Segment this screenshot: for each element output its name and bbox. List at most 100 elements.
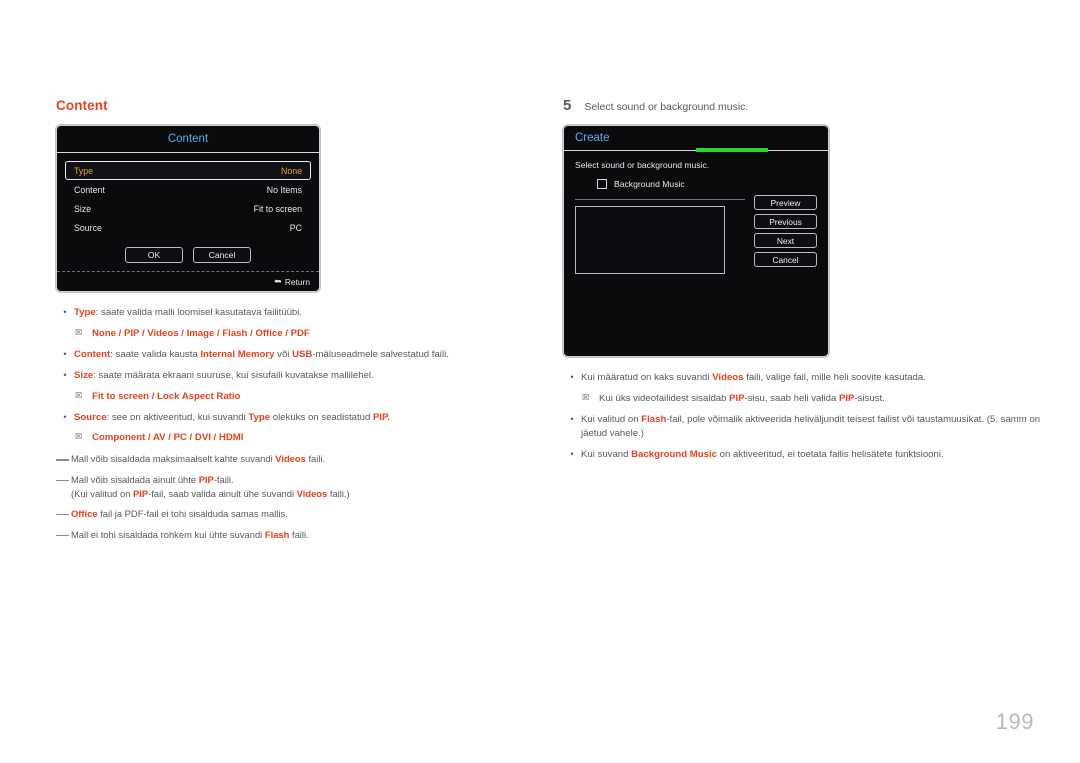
note-item-text: Mall ei tohi sisaldada rohkem kui ühte s… — [71, 528, 526, 542]
text-segment: faili, valige fail, mille heli soovite k… — [743, 372, 926, 383]
content-row-label: Type — [74, 165, 94, 176]
bullet-list-item-text: Type: saate valida malli loomisel kasuta… — [74, 306, 526, 320]
text-segment: Content — [74, 348, 111, 360]
text-segment: PIP — [123, 327, 140, 339]
create-dialog-buttons: Preview Previous Next Cancel — [754, 195, 817, 267]
create-dialog-title: Create — [575, 132, 610, 144]
text-segment: fail ja PDF-fail ei tohi sisalduda samas… — [97, 508, 288, 520]
content-dialog-body: Type None Content No Items Size Fit to screen… — [57, 153, 319, 263]
note-item: Mall võib sisaldada ainult ühte PIP-fail… — [56, 473, 526, 500]
text-segment: / — [165, 432, 174, 444]
create-instruction-text: Select sound or background music. — [575, 160, 710, 170]
text-segment: HDMI — [218, 432, 244, 444]
text-segment: DVI — [194, 432, 211, 444]
sub-bullet-marker-icon: ☒ — [75, 432, 83, 442]
text-segment: / — [115, 327, 124, 339]
text-segment: Size — [74, 369, 94, 381]
text-segment: Flash — [222, 327, 248, 339]
text-segment: / — [145, 432, 153, 444]
text-segment: PIP — [729, 392, 745, 404]
content-dialog: Content Type None Content No Items Size Fit t… — [56, 125, 320, 292]
text-segment: Source — [74, 411, 107, 423]
create-dialog: Create Select sound or background music.… — [563, 125, 829, 357]
sub-list-item: ☒ None / PIP / Videos / Image / Flash / O… — [56, 327, 526, 341]
text-segment: -faili. — [213, 473, 234, 485]
step-line: 5 Select sound or background music. — [563, 98, 1043, 113]
text-segment: Component — [92, 432, 146, 444]
content-row-type[interactable]: Type None — [65, 161, 311, 180]
content-row-value: No Items — [266, 184, 302, 195]
note-item-text: Office fail ja PDF-fail ei tohi sisaldud… — [71, 507, 526, 521]
text-segment: Office — [255, 327, 283, 339]
text-segment: / — [282, 327, 291, 339]
sub-list-item-text: Fit to screen / Lock Aspect Ratio — [92, 390, 526, 404]
text-segment: PIP — [373, 411, 388, 423]
text-segment: või — [274, 348, 293, 360]
text-segment: Videos — [275, 453, 306, 465]
content-row-value: None — [280, 165, 302, 176]
sub-list-item: ☒ Kui üks videofailidest sisaldab PIP-sis… — [563, 392, 1043, 406]
text-segment: / — [186, 432, 195, 444]
return-arrow-icon: ➦ — [274, 276, 282, 286]
text-segment: Kui suvand — [581, 448, 632, 460]
content-row-content[interactable]: Content No Items — [65, 180, 311, 199]
left-bullet-list: • Type: saate valida malli loomisel kasut… — [56, 306, 526, 445]
left-note-list: Mall võib sisaldada maksimaalselt kahte … — [56, 452, 526, 541]
preview-button[interactable]: Preview — [754, 195, 817, 210]
text-segment: Internal Memory — [200, 348, 275, 360]
text-segment: Kui valitud on — [581, 413, 642, 425]
return-hint[interactable]: ➦ Return — [274, 276, 310, 287]
bullet-marker-icon: • — [63, 411, 67, 422]
previous-button[interactable]: Previous — [754, 214, 817, 229]
text-segment: Type — [74, 307, 96, 318]
text-segment: -mäluseadmele salvestatud faili. — [312, 348, 449, 360]
text-segment: / — [178, 327, 187, 339]
page-title: Content — [56, 98, 108, 113]
note-dash-icon — [56, 514, 69, 516]
cancel-button[interactable]: Cancel — [193, 247, 251, 263]
text-segment: PDF — [290, 327, 310, 339]
bullet-marker-icon: • — [570, 372, 574, 382]
ok-button[interactable]: OK — [125, 247, 183, 263]
text-segment: faili. — [305, 453, 326, 465]
text-segment: -fail, saab valida ainult ühe suvandi — [148, 487, 297, 499]
bullet-marker-icon: • — [570, 448, 574, 459]
content-row-label: Size — [74, 203, 92, 214]
background-music-checkbox-row[interactable]: Background Music — [597, 179, 817, 189]
content-row-size[interactable]: Size Fit to screen — [65, 199, 311, 218]
content-row-source[interactable]: Source PC — [65, 218, 311, 237]
content-row-label: Content — [74, 184, 105, 195]
text-segment: -sisu, saab heli valida — [744, 392, 839, 404]
bullet-list-item-text: Kui suvand Background Music on aktiveeri… — [581, 448, 1043, 462]
right-column: 5 Select sound or background music. Crea… — [563, 98, 1043, 469]
sub-bullet-marker-icon: ☒ — [582, 392, 590, 402]
text-segment: : saate valida kausta — [110, 348, 201, 360]
note-item: Office fail ja PDF-fail ei tohi sisaldud… — [56, 507, 526, 521]
text-segment: Mall võib sisaldada ainult ühte — [71, 473, 199, 485]
content-row-value: PC — [289, 222, 302, 233]
note-dash-icon — [56, 479, 69, 482]
text-segment: Flash — [641, 413, 667, 425]
file-list-preview-box[interactable] — [575, 206, 725, 274]
step-text: Select sound or background music. — [584, 101, 749, 113]
step-number: 5 — [563, 97, 572, 114]
content-dialog-titlebar: Content — [57, 126, 319, 153]
text-segment: PC — [173, 432, 187, 444]
text-segment: : saate määrata ekraani suuruse, kui sis… — [93, 369, 374, 381]
next-button[interactable]: Next — [754, 233, 817, 248]
page-number: 199 — [995, 709, 1034, 734]
content-dialog-buttons: OK Cancel — [65, 247, 311, 263]
text-segment: : saate valida malli loomisel kasutatava… — [95, 307, 303, 318]
text-segment: Lock Aspect Ratio — [157, 390, 241, 402]
cancel-button[interactable]: Cancel — [754, 252, 817, 267]
note-dash-icon — [56, 459, 69, 461]
bullet-marker-icon: • — [63, 348, 67, 359]
text-segment: Image — [186, 327, 215, 339]
content-dialog-title: Content — [167, 133, 209, 145]
checkbox-icon[interactable] — [597, 179, 607, 189]
bullet-list-item-text: Kui valitud on Flash-fail, pole võimalik… — [581, 413, 1043, 441]
text-segment: PIP — [198, 473, 214, 485]
sub-list-item-text: Component / AV / PC / DVI / HDMI — [92, 431, 526, 445]
text-segment: Mall võib sisaldada maksimaalselt kahte … — [71, 453, 276, 465]
note-item-text: Mall võib sisaldada ainult ühte PIP-fail… — [71, 473, 526, 500]
